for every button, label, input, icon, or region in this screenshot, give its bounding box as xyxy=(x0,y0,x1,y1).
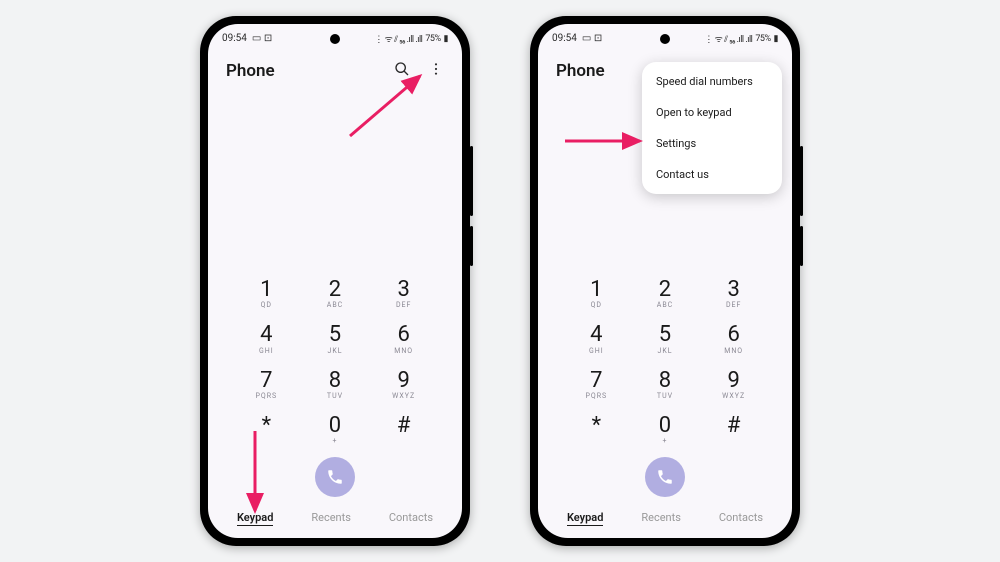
key-2[interactable]: 2ABC xyxy=(635,278,696,309)
app-title: Phone xyxy=(226,61,275,81)
key-6[interactable]: 6MNO xyxy=(373,323,434,354)
battery-icon: ▮ xyxy=(444,34,448,44)
volume-button xyxy=(470,146,473,216)
camera-hole xyxy=(330,34,340,44)
status-icons-left: ▭ ⊡ xyxy=(582,33,602,44)
menu-item-open-to-keypad[interactable]: Open to keypad xyxy=(642,97,782,128)
key-2[interactable]: 2ABC xyxy=(305,278,366,309)
tab-recents[interactable]: Recents xyxy=(641,511,681,526)
search-icon[interactable] xyxy=(394,61,410,81)
power-button xyxy=(800,226,803,266)
power-button xyxy=(470,226,473,266)
tab-contacts[interactable]: Contacts xyxy=(389,511,433,526)
status-icons-left: ▭ ⊡ xyxy=(252,33,272,44)
key-7[interactable]: 7PQRS xyxy=(236,369,297,400)
key-1[interactable]: 1QD xyxy=(236,278,297,309)
key-7[interactable]: 7PQRS xyxy=(566,369,627,400)
app-title: Phone xyxy=(556,61,605,81)
key-4[interactable]: 4GHI xyxy=(566,323,627,354)
status-icons-right: ⋮ ᯤ ⫽ ₅₆ .ıll .ıll xyxy=(704,32,752,45)
key-3[interactable]: 3DEF xyxy=(703,278,764,309)
volume-button xyxy=(800,146,803,216)
app-bar: Phone xyxy=(208,49,462,89)
key-5[interactable]: 5JKL xyxy=(635,323,696,354)
phone-frame-left: 09:54 ▭ ⊡ ⋮ ᯤ ⫽ ₅₆ .ıll .ıll 75% ▮ Phone… xyxy=(200,16,470,546)
phone-frame-right: 09:54 ▭ ⊡ ⋮ ᯤ ⫽ ₅₆ .ıll .ıll 75% ▮ Phone… xyxy=(530,16,800,546)
menu-item-settings[interactable]: Settings xyxy=(642,128,782,159)
status-battery: 75% xyxy=(755,34,770,44)
key-#[interactable]: # xyxy=(703,414,764,445)
call-button[interactable] xyxy=(315,457,355,497)
keypad: 1QD 2ABC3DEF 4GHI 5JKL6MNO 7PQRS 8TUV9WXYZ * 0+… xyxy=(538,278,792,445)
key-*[interactable]: * xyxy=(236,414,297,445)
menu-item-contact-us[interactable]: Contact us xyxy=(642,159,782,190)
key-1[interactable]: 1QD xyxy=(566,278,627,309)
menu-item-speed-dial-numbers[interactable]: Speed dial numbers xyxy=(642,66,782,97)
call-button[interactable] xyxy=(645,457,685,497)
status-battery: 75% xyxy=(425,34,440,44)
tab-contacts[interactable]: Contacts xyxy=(719,511,763,526)
status-time: 09:54 xyxy=(552,33,577,44)
key-9[interactable]: 9WXYZ xyxy=(703,369,764,400)
key-9[interactable]: 9WXYZ xyxy=(373,369,434,400)
tab-keypad[interactable]: Keypad xyxy=(237,511,273,526)
status-icons-right: ⋮ ᯤ ⫽ ₅₆ .ıll .ıll xyxy=(374,32,422,45)
tab-keypad[interactable]: Keypad xyxy=(567,511,603,526)
key-#[interactable]: # xyxy=(373,414,434,445)
camera-hole xyxy=(660,34,670,44)
tab-recents[interactable]: Recents xyxy=(311,511,351,526)
key-0[interactable]: 0+ xyxy=(635,414,696,445)
key-0[interactable]: 0+ xyxy=(305,414,366,445)
battery-icon: ▮ xyxy=(774,34,778,44)
key-8[interactable]: 8TUV xyxy=(305,369,366,400)
key-3[interactable]: 3DEF xyxy=(373,278,434,309)
screen: 09:54 ▭ ⊡ ⋮ ᯤ ⫽ ₅₆ .ıll .ıll 75% ▮ Phone… xyxy=(538,24,792,538)
bottom-tabs: Keypad Recents Contacts xyxy=(208,505,462,538)
overflow-menu: Speed dial numbersOpen to keypadSettings… xyxy=(642,62,782,194)
more-icon[interactable] xyxy=(428,61,444,81)
status-time: 09:54 xyxy=(222,33,247,44)
bottom-tabs: Keypad Recents Contacts xyxy=(538,505,792,538)
key-8[interactable]: 8TUV xyxy=(635,369,696,400)
screen: 09:54 ▭ ⊡ ⋮ ᯤ ⫽ ₅₆ .ıll .ıll 75% ▮ Phone… xyxy=(208,24,462,538)
key-6[interactable]: 6MNO xyxy=(703,323,764,354)
key-*[interactable]: * xyxy=(566,414,627,445)
key-5[interactable]: 5JKL xyxy=(305,323,366,354)
key-4[interactable]: 4GHI xyxy=(236,323,297,354)
keypad: 1QD 2ABC3DEF 4GHI 5JKL6MNO 7PQRS 8TUV9WXYZ * 0+… xyxy=(208,278,462,445)
